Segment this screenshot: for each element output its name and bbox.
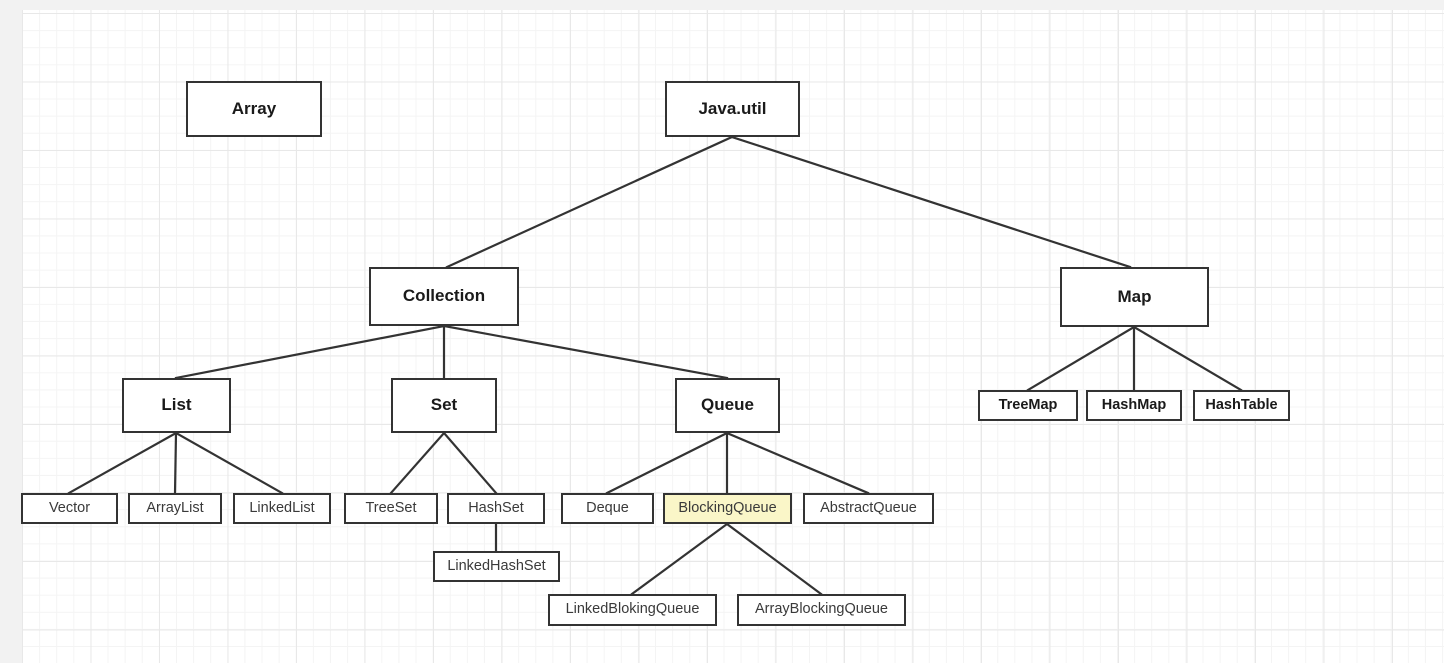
node-map-label: Map	[1117, 286, 1152, 306]
node-set-label: Set	[430, 395, 458, 415]
node-array-label: Array	[231, 98, 277, 118]
node-deque[interactable]: Deque	[561, 493, 654, 524]
node-deque-label: Deque	[586, 499, 629, 516]
node-linkedblokingqueue-label: LinkedBlokingQueue	[565, 601, 700, 618]
node-set[interactable]: Set	[391, 378, 497, 433]
node-hashtable-label: HashTable	[1205, 396, 1278, 413]
node-linkedlist-label: LinkedList	[249, 499, 315, 516]
node-hashset[interactable]: HashSet	[447, 493, 545, 524]
node-linkedlist[interactable]: LinkedList	[233, 493, 331, 524]
node-hashmap-label: HashMap	[1101, 396, 1167, 413]
node-arrayblockingqueue[interactable]: ArrayBlockingQueue	[737, 594, 906, 626]
node-treemap-label: TreeMap	[998, 396, 1058, 413]
node-blockingqueue[interactable]: BlockingQueue	[663, 493, 792, 524]
node-queue[interactable]: Queue	[675, 378, 780, 433]
node-hashmap[interactable]: HashMap	[1086, 390, 1182, 421]
node-vector[interactable]: Vector	[21, 493, 118, 524]
node-list[interactable]: List	[122, 378, 231, 433]
node-arraylist[interactable]: ArrayList	[128, 493, 222, 524]
node-java-util-label: Java.util	[698, 98, 767, 118]
node-map[interactable]: Map	[1060, 267, 1209, 327]
node-treemap[interactable]: TreeMap	[978, 390, 1078, 421]
diagram-canvas-stage: Array Java.util Collection Map List Set …	[0, 0, 1444, 663]
node-collection[interactable]: Collection	[369, 267, 519, 326]
node-arrayblockingqueue-label: ArrayBlockingQueue	[755, 601, 888, 618]
node-hashset-label: HashSet	[468, 499, 524, 516]
node-treeset-label: TreeSet	[365, 499, 417, 516]
node-linkedhashset-label: LinkedHashSet	[447, 557, 546, 574]
node-treeset[interactable]: TreeSet	[344, 493, 438, 524]
node-hashtable[interactable]: HashTable	[1193, 390, 1290, 421]
node-queue-label: Queue	[701, 395, 754, 415]
node-java-util[interactable]: Java.util	[665, 81, 800, 137]
node-collection-label: Collection	[402, 286, 486, 306]
node-linkedhashset[interactable]: LinkedHashSet	[433, 551, 560, 582]
node-linkedblokingqueue[interactable]: LinkedBlokingQueue	[548, 594, 717, 626]
node-blockingqueue-label: BlockingQueue	[678, 499, 777, 516]
node-abstractqueue-label: AbstractQueue	[820, 499, 917, 516]
node-vector-label: Vector	[48, 499, 91, 516]
node-list-label: List	[161, 395, 192, 415]
node-array[interactable]: Array	[186, 81, 322, 137]
node-abstractqueue[interactable]: AbstractQueue	[803, 493, 934, 524]
node-arraylist-label: ArrayList	[146, 499, 204, 516]
